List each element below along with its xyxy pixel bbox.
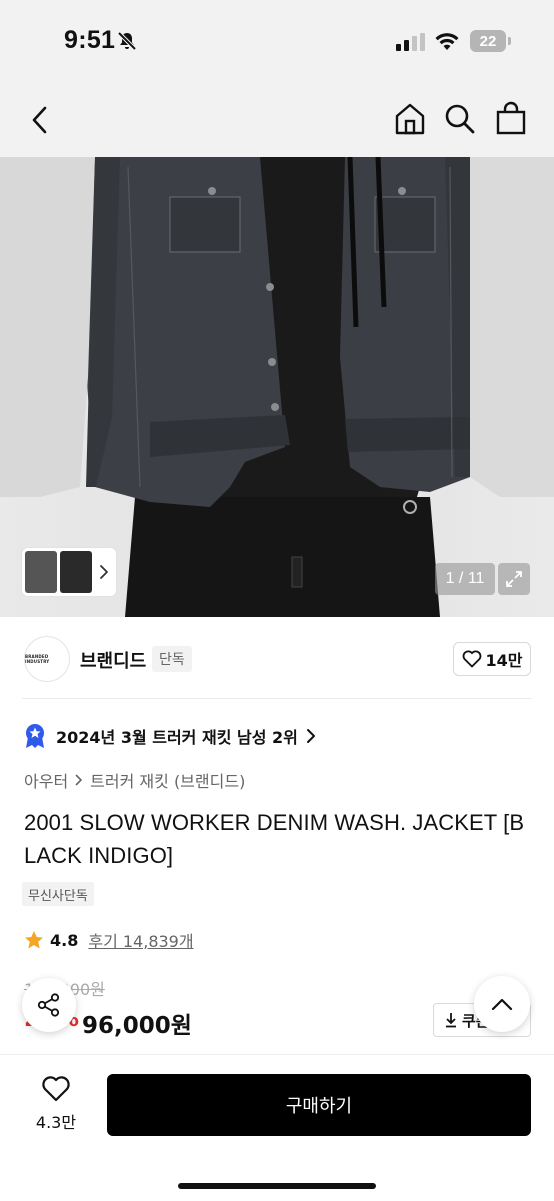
expand-icon [506,571,522,587]
back-icon[interactable] [26,104,54,136]
heart-icon [462,650,481,668]
thumbnail-2[interactable] [60,551,92,593]
chevron-right-icon[interactable] [98,562,110,582]
wifi-icon [435,33,459,50]
brand-like-count: 14만 [485,651,523,670]
ranking-link[interactable]: 2024년 3월 트러커 재킷 남성 2위 [24,722,316,750]
buy-button[interactable]: 구매하기 [107,1074,531,1136]
image-counter: 1 / 11 [435,563,495,595]
battery-indicator: 22 [470,30,506,52]
breadcrumb-subcategory[interactable]: 트러커 재킷 (브랜디드) [90,768,245,792]
signal-icon [396,33,425,51]
product-title: 2001 SLOW WORKER DENIM WASH. JACKET [BLA… [24,810,525,868]
star-icon [25,931,43,949]
shopping-bag-icon[interactable] [495,101,527,135]
search-icon[interactable] [444,103,476,135]
brand-like-button[interactable]: 14만 [453,642,531,676]
expand-button[interactable] [498,563,530,595]
status-bar: 9:51 22 [0,0,554,84]
wishlist-button[interactable]: 4.3만 [28,1075,84,1133]
wishlist-count: 4.3만 [35,1113,77,1132]
brand-row: BRANDED INDUSTRY 브랜디드 단독 14만 [0,630,554,690]
breadcrumb-category[interactable]: 아우터 [24,768,68,792]
top-nav [0,84,554,157]
share-icon [37,993,60,1017]
chevron-right-icon [75,774,83,786]
breadcrumb: 아우터 트러커 재킷 (브랜디드) [24,768,245,792]
rating-value: 4.8 [50,930,79,950]
sale-price: 96,000원 [82,1013,192,1039]
exclusive-badge: 단독 [152,646,192,672]
chevron-up-icon [491,998,513,1011]
review-link[interactable]: 후기 14,839개 [88,928,193,952]
brand-name[interactable]: 브랜디드 [80,647,146,673]
brand-logo[interactable]: BRANDED INDUSTRY [24,636,70,682]
heart-icon [42,1076,70,1102]
chevron-right-icon [306,729,315,743]
download-icon [446,1013,456,1028]
thumbnail-1[interactable] [25,551,57,593]
share-button[interactable] [22,978,76,1032]
rating-row: 4.8 후기 14,839개 [24,928,194,952]
scroll-top-button[interactable] [474,976,530,1032]
bottom-action-bar: 4.3만 구매하기 [0,1054,554,1201]
brand-logo-text: BRANDED INDUSTRY [25,654,50,664]
ranking-text: 2024년 3월 트러커 재킷 남성 2위 [56,728,298,747]
divider [22,698,532,699]
rank-badge-icon [26,724,44,748]
battery-cap [508,37,511,45]
silent-bell-icon [117,31,137,51]
home-icon[interactable] [393,102,427,136]
home-indicator [178,1183,376,1189]
exclusive-tag: 무신사단독 [22,882,94,906]
thumbnail-strip[interactable] [22,548,116,596]
status-time: 9:51 [64,26,116,54]
